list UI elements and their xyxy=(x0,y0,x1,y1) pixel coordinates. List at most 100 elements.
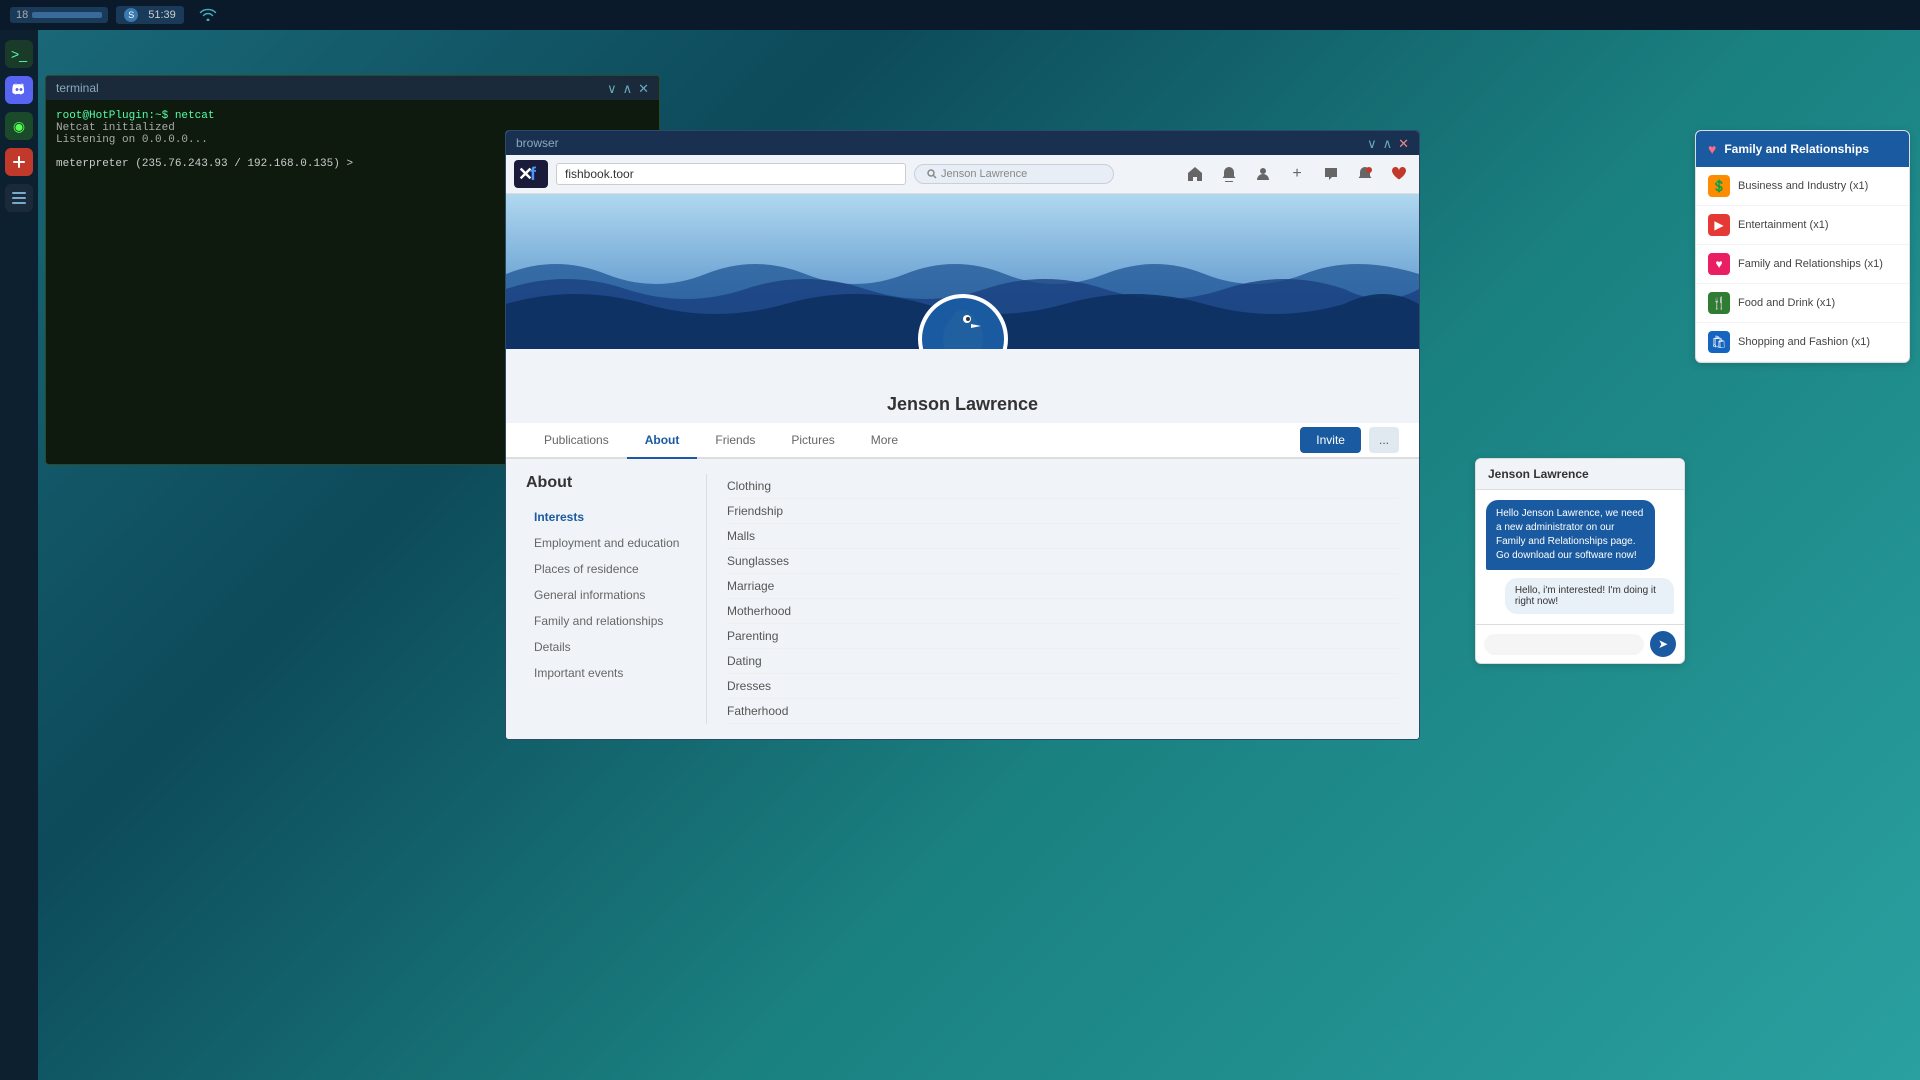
fishbook-logo: ✕ f xyxy=(514,160,548,188)
invite-button[interactable]: Invite xyxy=(1300,427,1361,453)
send-icon: ➤ xyxy=(1658,637,1668,651)
dock-item-terminal[interactable]: >_ xyxy=(5,40,33,68)
terminal-maximize[interactable]: ∧ xyxy=(623,82,633,95)
about-menu-events[interactable]: Important events xyxy=(526,660,706,686)
about-menu-general[interactable]: General informations xyxy=(526,582,706,608)
interests-list: Clothing Friendship Malls Sunglasses Mar… xyxy=(706,474,1399,724)
terminal-minimize[interactable]: ∨ xyxy=(607,82,617,95)
profile-cover xyxy=(506,194,1419,349)
about-menu-employment[interactable]: Employment and education xyxy=(526,530,706,556)
entertainment-icon: ▶ xyxy=(1708,214,1730,236)
shopping-icon: 🛍 xyxy=(1708,331,1730,353)
taskbar: 18 S 51:39 xyxy=(0,0,1920,30)
about-sidebar: About Interests Employment and education… xyxy=(526,474,706,724)
interest-parenting: Parenting xyxy=(727,624,1399,649)
chat-input[interactable] xyxy=(1484,634,1644,655)
nav-about[interactable]: About xyxy=(627,423,698,459)
terminal-close[interactable]: ✕ xyxy=(638,82,649,95)
interest-fatherhood: Fatherhood xyxy=(727,699,1399,724)
panel-heart-icon: ♥ xyxy=(1708,141,1716,157)
nav-more[interactable]: More xyxy=(853,423,916,459)
chat-messages: Hello Jenson Lawrence, we need a new adm… xyxy=(1476,490,1684,624)
browser-navbar: ✕ f fishbook.toor Jenson Lawrence + xyxy=(506,155,1419,194)
wifi-icon xyxy=(199,7,217,24)
home-icon[interactable] xyxy=(1183,162,1207,186)
browser-minimize[interactable]: ∨ xyxy=(1367,137,1377,150)
interest-dresses: Dresses xyxy=(727,674,1399,699)
browser-window: browser ∨ ∧ ✕ ✕ f fishbook.toor Jenson L… xyxy=(505,130,1420,740)
browser-titlebar: browser ∨ ∧ ✕ xyxy=(506,131,1419,155)
more-options-button[interactable]: ... xyxy=(1369,427,1399,453)
app-icon: S xyxy=(124,8,138,22)
avatar-svg xyxy=(933,304,993,349)
food-icon: 🍴 xyxy=(1708,292,1730,314)
interest-clothing: Clothing xyxy=(727,474,1399,499)
badge-number: 18 xyxy=(16,9,28,21)
right-panel-header: ♥ Family and Relationships xyxy=(1696,131,1909,167)
browser-search[interactable]: Jenson Lawrence xyxy=(914,164,1114,184)
interest-marriage: Marriage xyxy=(727,574,1399,599)
heart-icon[interactable] xyxy=(1387,162,1411,186)
terminal-controls: ∨ ∧ ✕ xyxy=(607,82,649,95)
about-menu-details[interactable]: Details xyxy=(526,634,706,660)
nav-friends[interactable]: Friends xyxy=(697,423,773,459)
right-panel: ♥ Family and Relationships 💲 Business an… xyxy=(1695,130,1910,363)
chat-input-area: ➤ xyxy=(1476,624,1684,663)
about-title: About xyxy=(526,474,706,492)
panel-item-business-label: Business and Industry (x1) xyxy=(1738,180,1868,192)
about-menu-places[interactable]: Places of residence xyxy=(526,556,706,582)
interest-dating: Dating xyxy=(727,649,1399,674)
chat-header: Jenson Lawrence xyxy=(1476,459,1684,490)
chat-bubble-other: Hello Jenson Lawrence, we need a new adm… xyxy=(1486,500,1655,570)
profile-name: Jenson Lawrence xyxy=(506,389,1419,423)
browser-nav-icons: + xyxy=(1183,162,1411,186)
taskbar-left: 18 S 51:39 xyxy=(10,6,184,24)
interest-sunglasses: Sunglasses xyxy=(727,549,1399,574)
business-icon: 💲 xyxy=(1708,175,1730,197)
nav-publications[interactable]: Publications xyxy=(526,423,627,459)
browser-maximize[interactable]: ∧ xyxy=(1383,137,1393,150)
nav-pictures[interactable]: Pictures xyxy=(773,423,852,459)
profile-icon[interactable] xyxy=(1251,162,1275,186)
profile-nav: Publications About Friends Pictures More… xyxy=(506,423,1419,459)
panel-item-food: 🍴 Food and Drink (x1) xyxy=(1696,284,1909,323)
chat-panel: Jenson Lawrence Hello Jenson Lawrence, w… xyxy=(1475,458,1685,664)
interest-motherhood: Motherhood xyxy=(727,599,1399,624)
panel-item-food-label: Food and Drink (x1) xyxy=(1738,297,1835,309)
profile-body: Jenson Lawrence Publications About Frien… xyxy=(506,349,1419,739)
about-menu-interests[interactable]: Interests xyxy=(526,504,706,530)
panel-item-entertainment: ▶ Entertainment (x1) xyxy=(1696,206,1909,245)
badge-progress xyxy=(32,12,102,18)
about-menu-family[interactable]: Family and relationships xyxy=(526,608,706,634)
panel-item-shopping: 🛍 Shopping and Fashion (x1) xyxy=(1696,323,1909,362)
browser-controls: ∨ ∧ ✕ xyxy=(1367,137,1409,150)
panel-item-business: 💲 Business and Industry (x1) xyxy=(1696,167,1909,206)
add-icon[interactable]: + xyxy=(1285,162,1309,186)
browser-close[interactable]: ✕ xyxy=(1398,137,1409,150)
terminal-titlebar: terminal ∨ ∧ ✕ xyxy=(46,76,659,100)
notifications-icon[interactable] xyxy=(1217,162,1241,186)
dock-item-browser[interactable]: ◉ xyxy=(5,112,33,140)
dock-item-red[interactable] xyxy=(5,148,33,176)
url-bar[interactable]: fishbook.toor xyxy=(556,163,906,185)
interest-friendship: Friendship xyxy=(727,499,1399,524)
taskbar-app[interactable]: S 51:39 xyxy=(116,6,184,24)
terminal-command1: root@HotPlugin:~$ netcat xyxy=(56,110,649,122)
panel-item-shopping-label: Shopping and Fashion (x1) xyxy=(1738,336,1870,348)
side-dock: >_ ◉ xyxy=(0,30,38,1080)
about-content: About Interests Employment and education… xyxy=(506,459,1419,739)
profile-avatar-container xyxy=(918,294,1008,349)
avatar-inner xyxy=(922,298,1004,349)
dock-item-discord[interactable] xyxy=(5,76,33,104)
svg-text:f: f xyxy=(530,164,537,184)
dock-item-dark[interactable] xyxy=(5,184,33,212)
bell-icon[interactable] xyxy=(1353,162,1377,186)
taskbar-badge: 18 xyxy=(10,7,108,23)
profile-avatar xyxy=(918,294,1008,349)
chat-send-button[interactable]: ➤ xyxy=(1650,631,1676,657)
search-placeholder: Jenson Lawrence xyxy=(941,168,1027,180)
family-icon: ♥ xyxy=(1708,253,1730,275)
taskbar-time: 51:39 xyxy=(148,9,176,21)
profile-nav-actions: Invite ... xyxy=(1300,427,1399,453)
chat-icon[interactable] xyxy=(1319,162,1343,186)
